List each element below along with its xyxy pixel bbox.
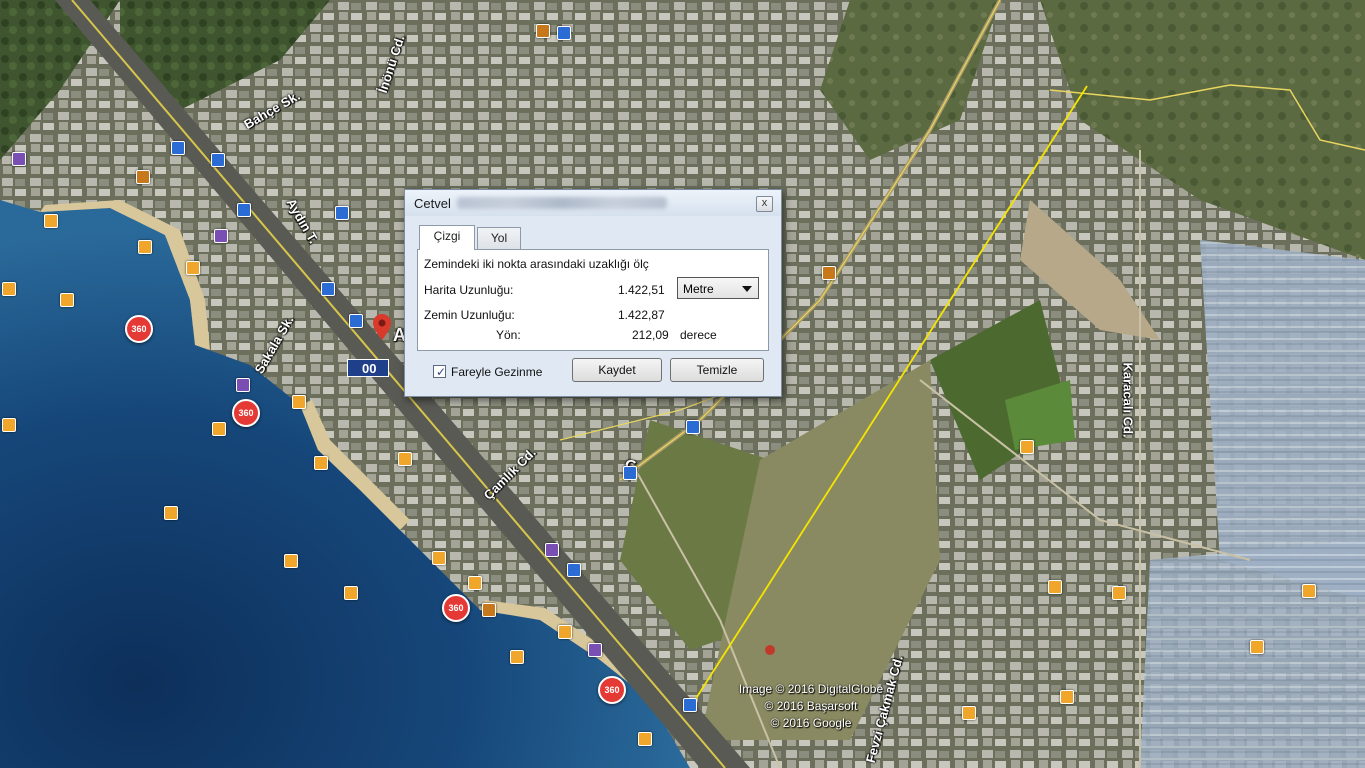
heading-label: Yön: [496, 328, 521, 342]
hotel-icon[interactable] [12, 152, 26, 166]
mouse-nav-label: Fareyle Gezinme [451, 365, 543, 379]
bus-stop-icon[interactable] [211, 153, 225, 167]
hotel-icon[interactable] [214, 229, 228, 243]
photo-icon[interactable] [284, 554, 298, 568]
photo-icon[interactable] [510, 650, 524, 664]
map-length-value: 1.422,51 [618, 283, 665, 297]
pin-360-icon[interactable]: 360 [232, 399, 260, 427]
unit-select[interactable]: Metre [677, 277, 759, 299]
line-tab-panel: Zemindeki iki nokta arasındaki uzaklığı … [417, 249, 769, 351]
chevron-down-icon [742, 286, 752, 292]
photo-icon[interactable] [1048, 580, 1062, 594]
photo-icon[interactable] [1250, 640, 1264, 654]
photo-icon[interactable] [186, 261, 200, 275]
bus-stop-icon[interactable] [321, 282, 335, 296]
copyright-line: Image © 2016 DigitalGlobe [738, 682, 884, 696]
pin-360-icon[interactable]: 360 [442, 594, 470, 622]
place-badge-value: 00 [362, 361, 377, 376]
mouse-nav-checkbox[interactable]: ✓ [433, 365, 447, 379]
pin-360-label: 360 [131, 324, 147, 334]
photo-icon[interactable] [2, 282, 16, 296]
restaurant-icon[interactable] [482, 603, 496, 617]
blurred-title-area [457, 197, 667, 209]
clear-button[interactable]: Temizle [670, 358, 764, 382]
photo-icon[interactable] [1020, 440, 1034, 454]
hotel-icon[interactable] [545, 543, 559, 557]
ground-length-label: Zemin Uzunluğu: [424, 308, 515, 322]
pin-360-label: 360 [238, 408, 254, 418]
pin-360-label: 360 [448, 603, 464, 613]
checkmark-icon: ✓ [436, 365, 447, 379]
restaurant-icon[interactable] [822, 266, 836, 280]
save-button[interactable]: Kaydet [572, 358, 662, 382]
restaurant-icon[interactable] [536, 24, 550, 38]
street-label: Karacalı Cd. [1120, 362, 1136, 438]
bus-stop-icon[interactable] [349, 314, 363, 328]
unit-select-value: Metre [683, 282, 714, 296]
photo-icon[interactable] [60, 293, 74, 307]
bus-stop-icon[interactable] [171, 141, 185, 155]
photo-icon[interactable] [398, 452, 412, 466]
dialog-titlebar[interactable]: Cetvel x [405, 190, 781, 216]
photo-icon[interactable] [344, 586, 358, 600]
ground-length-value: 1.422,87 [618, 308, 665, 322]
pin-360-icon[interactable]: 360 [598, 676, 626, 704]
photo-icon[interactable] [314, 456, 328, 470]
bus-stop-icon[interactable] [686, 420, 700, 434]
hotel-icon[interactable] [588, 643, 602, 657]
copyright-line: © 2016 Başarsoft [764, 699, 858, 713]
location-pin-icon[interactable] [373, 314, 391, 345]
hotel-icon[interactable] [236, 378, 250, 392]
photo-icon[interactable] [138, 240, 152, 254]
ruler-dialog[interactable]: Cetvel x Çizgi Yol Zemindeki iki nokta a… [404, 189, 782, 397]
photo-icon[interactable] [468, 576, 482, 590]
place-badge: 00 [347, 359, 389, 377]
photo-icon[interactable] [164, 506, 178, 520]
restaurant-icon[interactable] [136, 170, 150, 184]
photo-icon[interactable] [292, 395, 306, 409]
pin-360-label: 360 [604, 685, 620, 695]
photo-icon[interactable] [44, 214, 58, 228]
dialog-title: Cetvel [414, 196, 451, 211]
close-icon: x [761, 197, 768, 209]
map-length-label: Harita Uzunluğu: [424, 283, 514, 297]
photo-icon[interactable] [558, 625, 572, 639]
photo-icon[interactable] [962, 706, 976, 720]
heading-value: 212,09 [632, 328, 669, 342]
photo-icon[interactable] [638, 732, 652, 746]
pin-360-icon[interactable]: 360 [125, 315, 153, 343]
bus-stop-icon[interactable] [623, 466, 637, 480]
description-text: Zemindeki iki nokta arasındaki uzaklığı … [424, 257, 649, 271]
photo-icon[interactable] [1302, 584, 1316, 598]
close-button[interactable]: x [756, 196, 773, 212]
photo-icon[interactable] [432, 551, 446, 565]
bus-stop-icon[interactable] [683, 698, 697, 712]
photo-icon[interactable] [1112, 586, 1126, 600]
bus-stop-icon[interactable] [237, 203, 251, 217]
photo-icon[interactable] [212, 422, 226, 436]
map-copyright: Image © 2016 DigitalGlobe © 2016 Başarso… [716, 681, 906, 732]
photo-icon[interactable] [1060, 690, 1074, 704]
photo-icon[interactable] [2, 418, 16, 432]
copyright-line: © 2016 Google [770, 716, 852, 730]
bus-stop-icon[interactable] [335, 206, 349, 220]
tab-path[interactable]: Yol [477, 227, 521, 249]
bus-stop-icon[interactable] [567, 563, 581, 577]
bus-stop-icon[interactable] [557, 26, 571, 40]
tab-line[interactable]: Çizgi [419, 225, 475, 250]
heading-unit: derece [680, 328, 717, 342]
